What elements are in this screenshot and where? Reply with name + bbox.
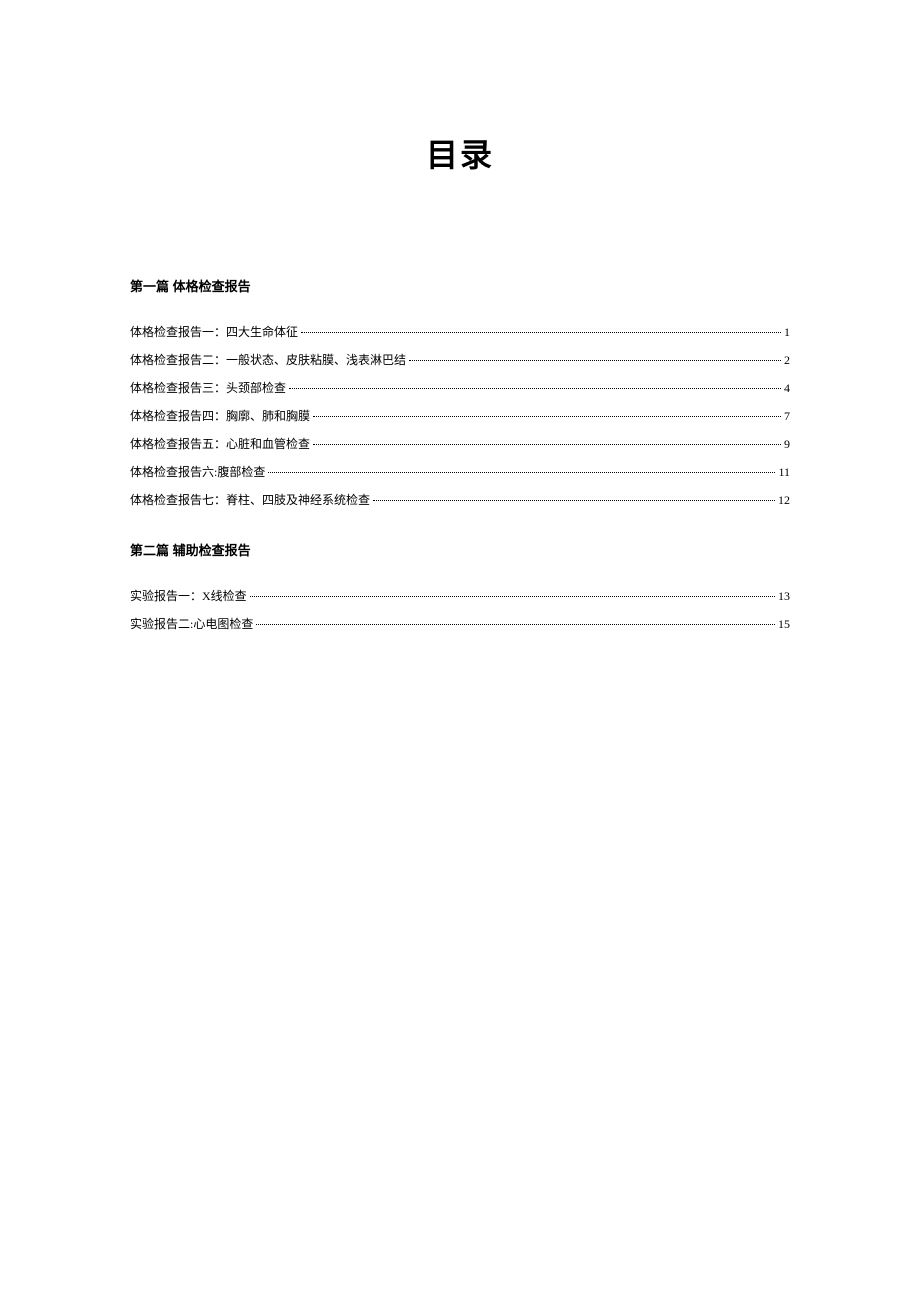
- toc-section-2: 第二篇 辅助检查报告 实验报告一：X线检查 13 实验报告二:心电图检查 15: [130, 540, 790, 632]
- toc-page: 7: [784, 409, 790, 424]
- toc-entry: 体格检查报告四：胸廓、肺和胸膜 7: [130, 407, 790, 424]
- toc-dots: [250, 596, 775, 597]
- toc-dots: [289, 388, 781, 389]
- toc-page: 15: [778, 617, 790, 632]
- toc-page: 1: [784, 325, 790, 340]
- toc-dots: [313, 444, 781, 445]
- toc-entry: 体格检查报告五：心脏和血管检查 9: [130, 435, 790, 452]
- toc-page: 11: [778, 465, 790, 480]
- toc-section-1: 第一篇 体格检查报告 体格检查报告一：四大生命体征 1 体格检查报告二：一般状态…: [130, 276, 790, 508]
- toc-label: 实验报告一：X线检查: [130, 587, 247, 604]
- section-header: 第二篇 辅助检查报告: [130, 540, 790, 559]
- toc-label: 实验报告二:心电图检查: [130, 615, 253, 632]
- toc-page: 2: [784, 353, 790, 368]
- page-title: 目录: [130, 130, 790, 176]
- toc-page: 13: [778, 589, 790, 604]
- toc-entry: 体格检查报告二：一般状态、皮肤粘膜、浅表淋巴结 2: [130, 351, 790, 368]
- toc-entry: 体格检查报告三：头颈部检查 4: [130, 379, 790, 396]
- toc-entry: 体格检查报告一：四大生命体征 1: [130, 323, 790, 340]
- toc-dots: [373, 500, 775, 501]
- toc-dots: [313, 416, 781, 417]
- toc-label: 体格检查报告六:腹部检查: [130, 463, 265, 480]
- toc-label: 体格检查报告三：头颈部检查: [130, 379, 286, 396]
- toc-dots: [409, 360, 781, 361]
- toc-entry: 实验报告一：X线检查 13: [130, 587, 790, 604]
- document-page: 目录 第一篇 体格检查报告 体格检查报告一：四大生命体征 1 体格检查报告二：一…: [0, 0, 920, 632]
- toc-dots: [268, 472, 775, 473]
- section-header: 第一篇 体格检查报告: [130, 276, 790, 295]
- toc-label: 体格检查报告二：一般状态、皮肤粘膜、浅表淋巴结: [130, 351, 406, 368]
- toc-label: 体格检查报告五：心脏和血管检查: [130, 435, 310, 452]
- toc-label: 体格检查报告七：脊柱、四肢及神经系统检查: [130, 491, 370, 508]
- toc-entry: 体格检查报告六:腹部检查 11: [130, 463, 790, 480]
- toc-entry: 体格检查报告七：脊柱、四肢及神经系统检查 12: [130, 491, 790, 508]
- toc-entry: 实验报告二:心电图检查 15: [130, 615, 790, 632]
- toc-label: 体格检查报告一：四大生命体征: [130, 323, 298, 340]
- toc-label: 体格检查报告四：胸廓、肺和胸膜: [130, 407, 310, 424]
- toc-page: 12: [778, 493, 790, 508]
- toc-dots: [301, 332, 781, 333]
- toc-page: 4: [784, 381, 790, 396]
- toc-dots: [256, 624, 775, 625]
- toc-page: 9: [784, 437, 790, 452]
